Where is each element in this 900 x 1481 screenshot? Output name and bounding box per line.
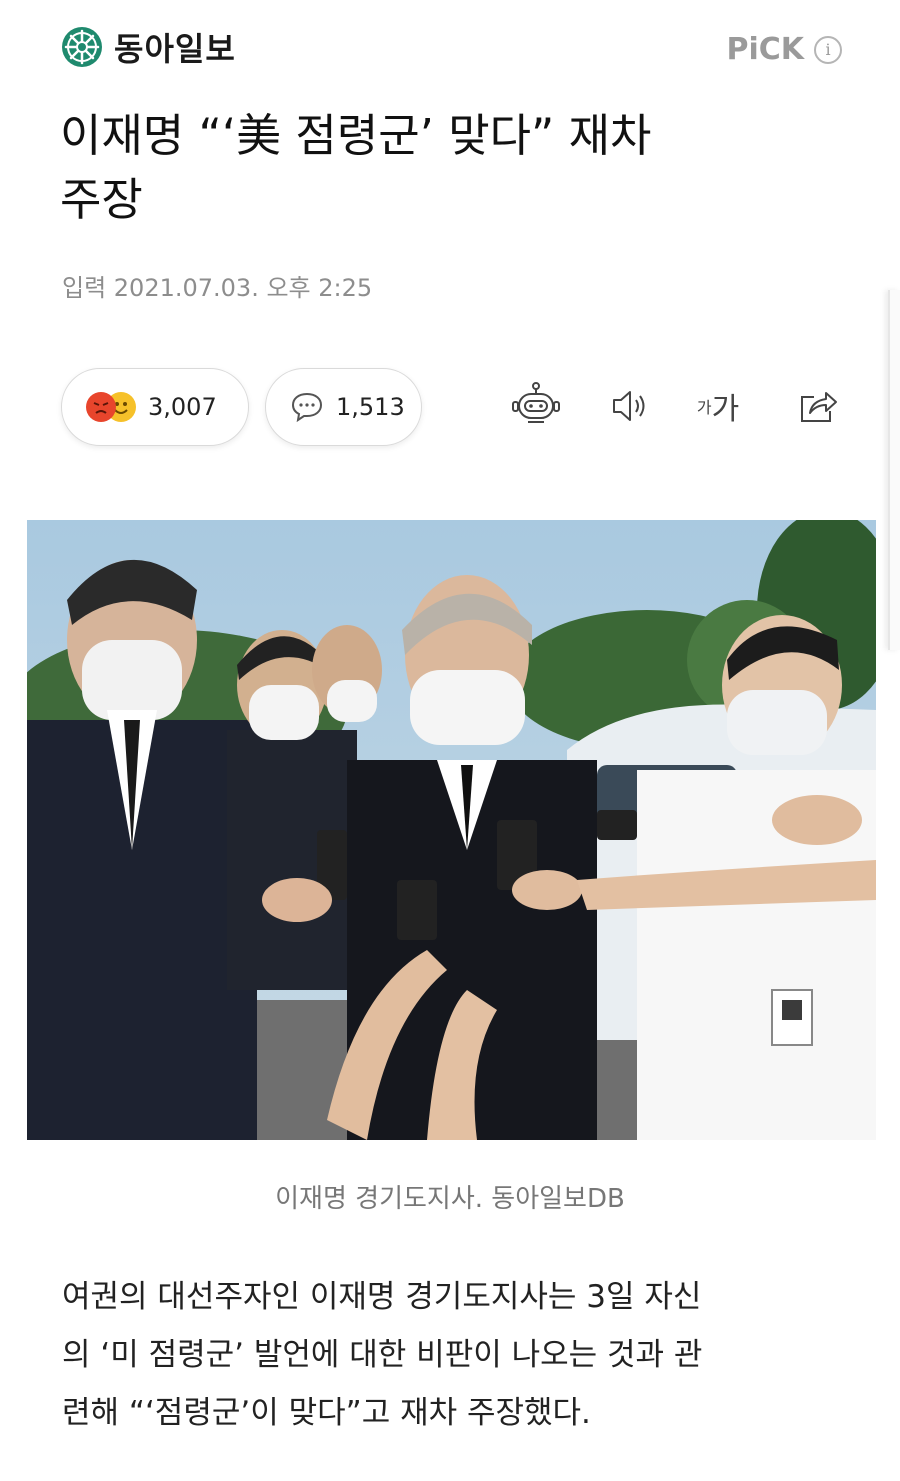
press-scene-image	[27, 520, 876, 1140]
donga-emblem-icon	[62, 27, 102, 67]
font-size-big: 가	[711, 392, 740, 427]
title-line-2: 주장	[60, 173, 143, 226]
publish-date: 입력 2021.07.03. 오후 2:25	[62, 274, 373, 302]
robot-summary-icon[interactable]	[508, 378, 564, 434]
body-line-3: 련해 “‘점령군’이 맞다”고 재차 주장했다.	[62, 1395, 591, 1431]
info-icon[interactable]: i	[814, 35, 842, 64]
reactions-button[interactable]: 3,007	[61, 368, 249, 446]
article-title: 이재명 “‘美 점령군’ 맞다” 재차 주장	[60, 104, 830, 232]
pick-label: PiCK	[726, 32, 804, 67]
reactions-count: 3,007	[148, 393, 217, 421]
comments-button[interactable]: 1,513	[265, 368, 422, 446]
font-size-icon[interactable]: 가가	[690, 378, 746, 434]
donga-logo[interactable]: 동아일보	[60, 24, 236, 70]
angry-emoji-icon	[86, 392, 116, 422]
logo-text: 동아일보	[114, 30, 236, 68]
share-icon[interactable]	[790, 378, 846, 434]
speaker-icon[interactable]	[602, 378, 658, 434]
title-line-1: 이재명 “‘美 점령군’ 맞다” 재차	[60, 109, 652, 162]
article-body: 여권의 대선주자인 이재명 경기도지사는 3일 자신 의 ‘미 점령군’ 발언에…	[62, 1268, 842, 1442]
article-header: 동아일보 PiCK i	[0, 0, 900, 100]
comments-count: 1,513	[336, 393, 405, 421]
body-line-2: 의 ‘미 점령군’ 발언에 대한 비판이 나오는 것과 관	[62, 1337, 703, 1373]
comment-bubble-icon	[291, 392, 323, 423]
photo-caption: 이재명 경기도지사. 동아일보DB	[275, 1184, 625, 1214]
font-size-small: 가	[696, 398, 712, 417]
article-photo	[27, 520, 876, 1140]
scroll-edge	[888, 290, 900, 650]
pick-badge[interactable]: PiCK i	[726, 32, 842, 67]
body-line-1: 여권의 대선주자인 이재명 경기도지사는 3일 자신	[62, 1279, 702, 1315]
